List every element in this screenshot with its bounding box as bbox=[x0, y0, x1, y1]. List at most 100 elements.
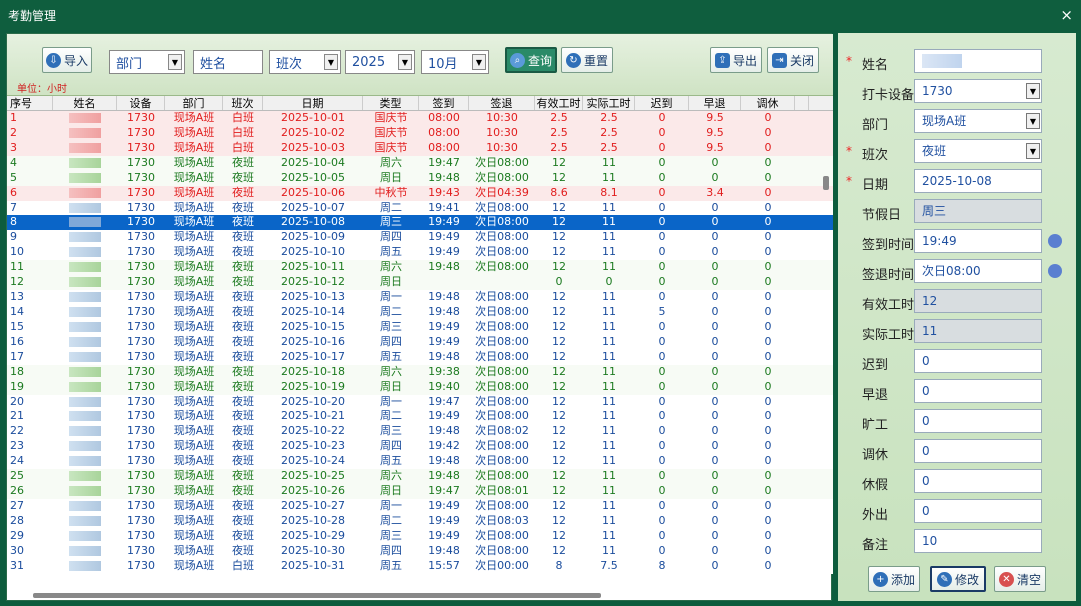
year-select[interactable]: 2025 ▼ bbox=[345, 50, 415, 74]
dept-select[interactable]: 部门 ▼ bbox=[109, 50, 185, 74]
table-row[interactable]: 19 1730 现场A班 夜班 2025-10-19 周日 19:40 次日08:00 12 11… bbox=[7, 379, 833, 395]
table-row[interactable]: 10 1730 现场A班 夜班 2025-10-10 周五 19:49 次日08:00 12 11… bbox=[7, 245, 833, 261]
table-row[interactable]: 22 1730 现场A班 夜班 2025-10-22 周三 19:48 次日08:02 12 11… bbox=[7, 424, 833, 440]
redacted-name bbox=[69, 530, 101, 541]
column-header[interactable]: 日期 bbox=[263, 96, 363, 110]
table-cell: 19:48 bbox=[428, 260, 460, 274]
table-row[interactable]: 12 1730 现场A班 夜班 2025-10-12 周日 0 0 0 0 0 bbox=[7, 275, 833, 291]
column-header[interactable]: 签退 bbox=[469, 96, 535, 110]
close-icon[interactable]: × bbox=[1060, 6, 1073, 24]
table-row[interactable]: 13 1730 现场A班 夜班 2025-10-13 周一 19:48 次日08:00 12 11… bbox=[7, 290, 833, 305]
table-row[interactable]: 14 1730 现场A班 夜班 2025-10-14 周二 19:48 次日08:00 12 11… bbox=[7, 304, 833, 320]
close-button[interactable]: ⇥ 关闭 bbox=[767, 47, 819, 73]
table-row[interactable]: 25 1730 现场A班 夜班 2025-10-25 周六 19:48 次日08:00 12 11… bbox=[7, 469, 833, 485]
edit-button[interactable]: ✎ 修改 bbox=[930, 566, 986, 592]
table-row[interactable]: 26 1730 现场A班 夜班 2025-10-26 周日 19:47 次日08:01 12 11… bbox=[7, 484, 833, 499]
field-value: 1730 bbox=[922, 84, 953, 98]
field-input[interactable]: 0 bbox=[914, 409, 1042, 433]
add-button[interactable]: + 添加 bbox=[868, 566, 920, 592]
column-header[interactable]: 实际工时 bbox=[583, 96, 635, 110]
shift-select[interactable]: 班次 ▼ bbox=[269, 50, 341, 74]
table-cell: 31 bbox=[10, 558, 24, 572]
table-cell: 19 bbox=[10, 379, 24, 393]
table-cell: 0 bbox=[658, 379, 666, 393]
table-row[interactable]: 5 1730 现场A班 夜班 2025-10-05 周日 19:48 次日08:00 12 11 0… bbox=[7, 170, 833, 186]
reset-button[interactable]: ↻ 重置 bbox=[561, 47, 613, 73]
field-input[interactable]: 0 bbox=[914, 499, 1042, 523]
field-input[interactable]: 次日08:00 bbox=[914, 259, 1042, 283]
field-input[interactable] bbox=[914, 49, 1042, 73]
table-row[interactable]: 8 1730 现场A班 夜班 2025-10-08 周三 19:49 次日08:00 12 11 0… bbox=[7, 215, 833, 231]
month-select[interactable]: 10月 ▼ bbox=[421, 50, 489, 74]
table-row[interactable]: 30 1730 现场A班 夜班 2025-10-30 周四 19:48 次日08:00 12 11… bbox=[7, 543, 833, 559]
cell-name-redacted bbox=[53, 350, 117, 365]
table-row[interactable]: 31 1730 现场A班 白班 2025-10-31 周五 15:57 次日00:00 8 7.5… bbox=[7, 558, 833, 574]
export-button[interactable]: ⇪ 导出 bbox=[710, 47, 762, 73]
clock-icon[interactable] bbox=[1048, 264, 1062, 278]
field-input: 周三 bbox=[914, 199, 1042, 223]
field-input[interactable]: 0 bbox=[914, 439, 1042, 463]
query-button[interactable]: ⌕ 查询 bbox=[505, 47, 557, 73]
table-row[interactable]: 28 1730 现场A班 夜班 2025-10-28 周二 19:49 次日08:03 12 11… bbox=[7, 513, 833, 529]
clear-button[interactable]: ✕ 清空 bbox=[994, 566, 1046, 592]
column-header[interactable]: 早退 bbox=[689, 96, 741, 110]
table-row[interactable]: 29 1730 现场A班 夜班 2025-10-29 周三 19:49 次日08:00 12 11… bbox=[7, 528, 833, 544]
table-cell: 2.5 bbox=[600, 111, 618, 124]
table-cell: 白班 bbox=[232, 125, 254, 139]
field-input[interactable]: 1730 ▼ bbox=[914, 79, 1042, 103]
column-header[interactable]: 姓名 bbox=[53, 96, 117, 110]
table-row[interactable]: 20 1730 现场A班 夜班 2025-10-20 周一 19:47 次日08:00 12 11… bbox=[7, 394, 833, 410]
table-row[interactable]: 24 1730 现场A班 夜班 2025-10-24 周五 19:48 次日08:00 12 11… bbox=[7, 454, 833, 470]
field-input[interactable]: 0 bbox=[914, 469, 1042, 493]
table-row[interactable]: 1 1730 现场A班 白班 2025-10-01 国庆节 08:00 10:30 2.5 2.5… bbox=[7, 111, 833, 126]
table-row[interactable]: 3 1730 现场A班 白班 2025-10-03 国庆节 08:00 10:30 2.5 2.5… bbox=[7, 140, 833, 156]
table-cell: 8 bbox=[10, 215, 17, 229]
table-row[interactable]: 15 1730 现场A班 夜班 2025-10-15 周三 19:49 次日08:00 12 11… bbox=[7, 319, 833, 335]
field-input[interactable]: 夜班 ▼ bbox=[914, 139, 1042, 163]
table-cell: 2025-10-22 bbox=[281, 424, 345, 438]
table-row[interactable]: 18 1730 现场A班 夜班 2025-10-18 周六 19:38 次日08:00 12 11… bbox=[7, 364, 833, 380]
table-row[interactable]: 16 1730 现场A班 夜班 2025-10-16 周四 19:49 次日08:00 12 11… bbox=[7, 334, 833, 350]
field-input[interactable]: 10 bbox=[914, 529, 1042, 553]
column-header[interactable]: 班次 bbox=[223, 96, 263, 110]
table-row[interactable]: 7 1730 现场A班 夜班 2025-10-07 周二 19:41 次日08:00 12 11 0… bbox=[7, 200, 833, 216]
table-row[interactable]: 17 1730 现场A班 夜班 2025-10-17 周五 19:48 次日08:00 12 11… bbox=[7, 349, 833, 365]
table-cell: 9 bbox=[10, 230, 17, 244]
table-row[interactable]: 2 1730 现场A班 白班 2025-10-02 国庆节 08:00 10:30 2.5 2.5… bbox=[7, 125, 833, 141]
table-row[interactable]: 23 1730 现场A班 夜班 2025-10-23 周四 19:42 次日08:00 12 11… bbox=[7, 439, 833, 455]
column-header[interactable]: 类型 bbox=[363, 96, 419, 110]
table-row[interactable]: 21 1730 现场A班 夜班 2025-10-21 周二 19:49 次日08:00 12 11… bbox=[7, 409, 833, 425]
import-button[interactable]: ⇩ 导入 bbox=[42, 47, 92, 73]
table-cell: 现场A班 bbox=[173, 200, 215, 214]
table-row[interactable]: 6 1730 现场A班 夜班 2025-10-06 中秋节 19:43 次日04:39 8.6 8… bbox=[7, 185, 833, 201]
table-cell bbox=[469, 275, 535, 290]
vertical-scrollbar[interactable] bbox=[823, 176, 829, 190]
table-row[interactable]: 4 1730 现场A班 夜班 2025-10-04 周六 19:47 次日08:00 12 11 0… bbox=[7, 155, 833, 171]
column-header[interactable]: 签到 bbox=[419, 96, 469, 110]
horizontal-scrollbar[interactable] bbox=[33, 593, 601, 598]
column-header[interactable]: 迟到 bbox=[635, 96, 689, 110]
field-input[interactable]: 0 bbox=[914, 349, 1042, 373]
table-cell: 0 bbox=[658, 290, 666, 304]
form-row: 外出 0 bbox=[838, 499, 1076, 525]
table-cell: 0 bbox=[764, 364, 772, 378]
column-header[interactable]: 序号 bbox=[7, 96, 53, 110]
column-header[interactable]: 设备 bbox=[117, 96, 165, 110]
field-input[interactable]: 0 bbox=[914, 379, 1042, 403]
field-input[interactable]: 现场A班 ▼ bbox=[914, 109, 1042, 133]
clock-icon[interactable] bbox=[1048, 234, 1062, 248]
table-row[interactable]: 27 1730 现场A班 夜班 2025-10-27 周一 19:49 次日08:00 12 11… bbox=[7, 498, 833, 514]
table-cell: 现场A班 bbox=[173, 111, 215, 124]
name-input[interactable]: 姓名 bbox=[193, 50, 263, 74]
table-cell: 2025-10-31 bbox=[281, 558, 345, 572]
table-row[interactable]: 11 1730 现场A班 夜班 2025-10-11 周六 19:48 次日08:00 12 11… bbox=[7, 260, 833, 276]
table-row[interactable]: 9 1730 现场A班 夜班 2025-10-09 周四 19:49 次日08:00 12 11 0… bbox=[7, 230, 833, 246]
field-value: 0 bbox=[922, 414, 930, 428]
column-header[interactable]: 部门 bbox=[165, 96, 223, 110]
column-header[interactable]: 调休 bbox=[741, 96, 795, 110]
field-input[interactable]: 19:49 bbox=[914, 229, 1042, 253]
field-input[interactable]: 2025-10-08 bbox=[914, 169, 1042, 193]
table-cell: 0 bbox=[764, 454, 772, 468]
table-cell: 现场A班 bbox=[173, 125, 215, 139]
column-header[interactable]: 有效工时 bbox=[535, 96, 583, 110]
